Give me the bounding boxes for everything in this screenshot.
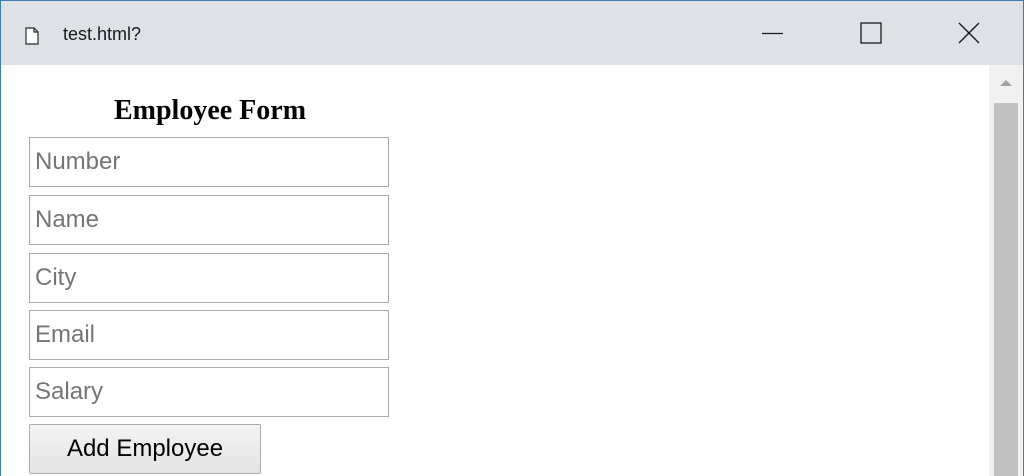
email-input[interactable] [29, 310, 389, 360]
scrollbar-thumb[interactable] [994, 103, 1018, 476]
add-employee-button[interactable]: Add Employee [29, 424, 261, 474]
minimize-button[interactable] [745, 1, 801, 65]
page-content: Employee Form Add Employee [1, 65, 989, 476]
scroll-up-arrow-icon [1000, 80, 1012, 86]
maximize-icon [860, 22, 882, 44]
minimize-icon [762, 32, 783, 35]
browser-window: test.html? Employee Form Add Employee [0, 0, 1024, 476]
city-input[interactable] [29, 253, 389, 303]
document-icon [25, 27, 39, 45]
salary-input[interactable] [29, 367, 389, 417]
vertical-scrollbar[interactable] [989, 65, 1023, 476]
close-icon [958, 22, 980, 44]
window-title: test.html? [63, 24, 142, 44]
title-bar[interactable]: test.html? [1, 1, 1023, 65]
number-input[interactable] [29, 137, 389, 187]
scroll-up-button[interactable] [989, 65, 1023, 101]
maximize-button[interactable] [843, 1, 899, 65]
close-button[interactable] [941, 1, 997, 65]
name-input[interactable] [29, 195, 389, 245]
form-heading: Employee Form [113, 95, 307, 126]
